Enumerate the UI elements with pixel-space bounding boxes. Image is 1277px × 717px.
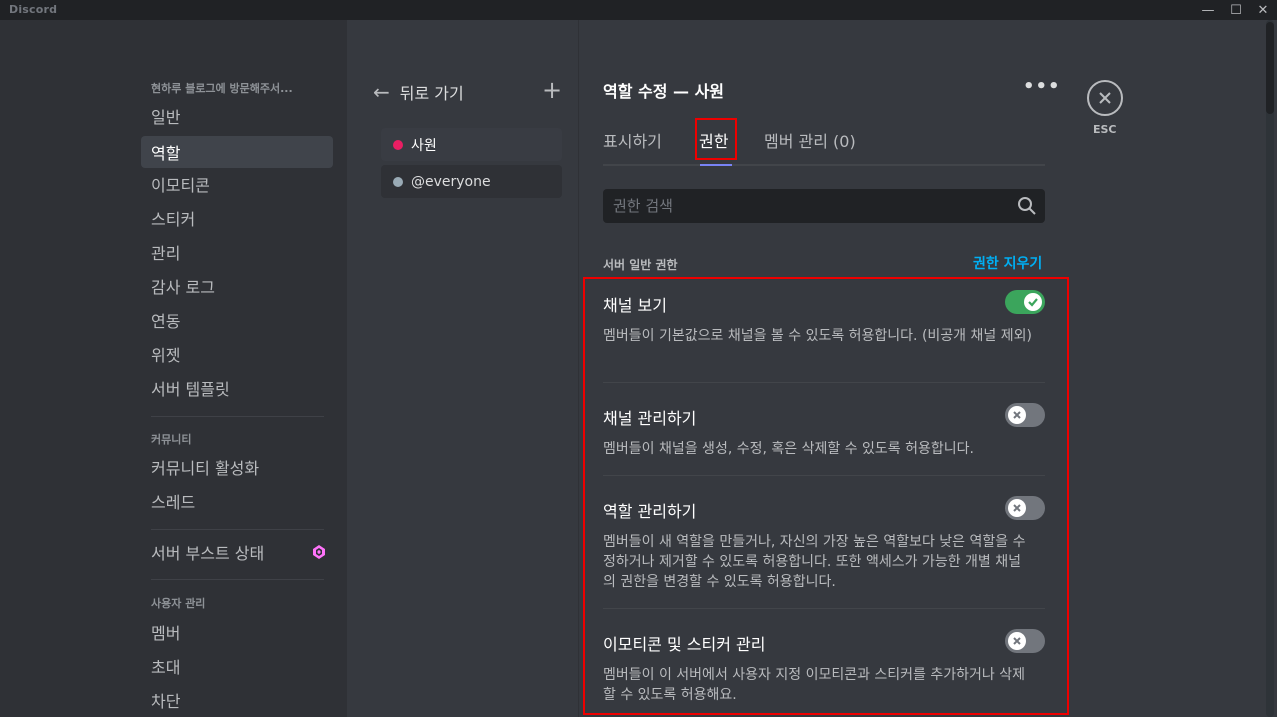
- permission-toggle[interactable]: [1005, 403, 1045, 427]
- permission-title: 역할 관리하기: [603, 502, 697, 521]
- back-label: 뒤로 가기: [399, 84, 464, 103]
- sidebar-item-audit-log[interactable]: 감사 로그: [141, 270, 333, 302]
- permission-description: 멤버들이 새 역할을 만들거나, 자신의 가장 높은 역할보다 낮은 역할을 수…: [603, 534, 1026, 590]
- sidebar-divider: [151, 529, 324, 530]
- x-icon: [1008, 632, 1026, 650]
- permission-item: 채널 보기 멤버들이 기본값으로 채널을 볼 수 있도록 허용합니다. (비공개…: [603, 290, 1045, 383]
- server-boost-label: 서버 부스트 상태: [151, 544, 265, 563]
- permission-search: [603, 189, 1045, 223]
- boost-gem-icon: [313, 545, 325, 559]
- permission-item: 역할 관리하기 멤버들이 새 역할을 만들거나, 자신의 가장 높은 역할보다 …: [603, 496, 1045, 609]
- minimize-button[interactable]: —: [1194, 0, 1222, 20]
- settings-sidebar: 현하루 블로그에 방문해주서... 일반 역할 이모티콘 스티커 관리 감사 로…: [0, 20, 347, 717]
- clear-permissions-link[interactable]: 권한 지우기: [973, 253, 1042, 273]
- permission-description: 멤버들이 기본값으로 채널을 볼 수 있도록 허용합니다. (비공개 채널 제외…: [603, 328, 1032, 344]
- close-icon: [1099, 92, 1111, 104]
- search-input[interactable]: [603, 189, 1045, 223]
- sidebar-item-stickers[interactable]: 스티커: [141, 202, 333, 234]
- sidebar-item-bans[interactable]: 차단: [141, 684, 333, 716]
- active-tab-indicator: [700, 164, 732, 166]
- section-title: 서버 일반 권한: [603, 258, 678, 272]
- server-name-header: 현하루 블로그에 방문해주서...: [151, 82, 293, 95]
- role-color-dot-icon: [393, 176, 403, 187]
- user-management-header: 사용자 관리: [151, 597, 206, 610]
- permission-description: 멤버들이 이 서버에서 사용자 지정 이모티콘과 스티커를 추가하거나 삭제할 …: [603, 667, 1025, 703]
- more-options-icon[interactable]: •••: [1023, 76, 1061, 97]
- app-brand: Discord: [9, 3, 58, 16]
- editor-tabs: 표시하기 권한 멤버 관리 (0): [603, 118, 1045, 166]
- esc-label: ESC: [1093, 123, 1117, 136]
- permission-item: 채널 관리하기 멤버들이 채널을 생성, 수정, 혹은 삭제할 수 있도록 허용…: [603, 403, 1045, 476]
- scrollbar-thumb[interactable]: [1266, 22, 1274, 114]
- sidebar-item-threads[interactable]: 스레드: [141, 485, 333, 517]
- sidebar-item-emoji[interactable]: 이모티콘: [141, 168, 333, 200]
- scrollbar-track[interactable]: [1266, 20, 1274, 717]
- close-window-button[interactable]: ✕: [1249, 0, 1277, 20]
- sidebar-item-roles[interactable]: 역할: [141, 136, 333, 168]
- permission-title: 채널 보기: [603, 296, 667, 315]
- permission-toggle[interactable]: [1005, 496, 1045, 520]
- sidebar-item-widget[interactable]: 위젯: [141, 338, 333, 370]
- role-editor: 역할 수정 — 사원 ••• 표시하기 권한 멤버 관리 (0) 서버 일반 권…: [580, 20, 1277, 717]
- sidebar-item-enable-community[interactable]: 커뮤니티 활성화: [141, 451, 333, 483]
- roles-panel: ← 뒤로 가기 + 사원 @everyone: [347, 20, 579, 717]
- tab-manage-members[interactable]: 멤버 관리 (0): [764, 128, 856, 152]
- sidebar-item-server-boost[interactable]: 서버 부스트 상태: [141, 536, 333, 568]
- permission-divider: [603, 475, 1045, 476]
- add-role-button[interactable]: +: [542, 76, 562, 104]
- role-name: 사원: [411, 137, 437, 154]
- title-bar: Discord — ☐ ✕: [0, 0, 1277, 20]
- sidebar-item-invites[interactable]: 초대: [141, 650, 333, 682]
- permission-divider: [603, 608, 1045, 609]
- page-title: 역할 수정 — 사원: [603, 82, 725, 101]
- tab-display[interactable]: 표시하기: [603, 128, 662, 152]
- permission-title: 채널 관리하기: [603, 409, 697, 428]
- role-item[interactable]: @everyone: [381, 165, 562, 198]
- permission-item: 이모티콘 및 스티커 관리 멤버들이 이 서버에서 사용자 지정 이모티콘과 스…: [603, 629, 1045, 705]
- sidebar-item-integrations[interactable]: 연동: [141, 304, 333, 336]
- sidebar-item-moderation[interactable]: 관리: [141, 236, 333, 268]
- sidebar-divider: [151, 416, 324, 417]
- close-settings-button[interactable]: [1087, 80, 1123, 116]
- maximize-button[interactable]: ☐: [1222, 0, 1250, 20]
- permission-toggle[interactable]: [1005, 290, 1045, 314]
- permission-title: 이모티콘 및 스티커 관리: [603, 635, 766, 654]
- highlight-box: [695, 118, 737, 160]
- role-item[interactable]: 사원: [381, 128, 562, 161]
- permission-divider: [603, 382, 1045, 383]
- sidebar-item-server-template[interactable]: 서버 템플릿: [141, 372, 333, 404]
- x-icon: [1008, 499, 1026, 517]
- x-icon: [1008, 406, 1026, 424]
- back-button[interactable]: ← 뒤로 가기: [373, 80, 464, 104]
- sidebar-item-members[interactable]: 멤버: [141, 616, 333, 648]
- role-name: @everyone: [411, 173, 491, 190]
- check-icon: [1024, 293, 1042, 311]
- permission-toggle[interactable]: [1005, 629, 1045, 653]
- community-header: 커뮤니티: [151, 433, 192, 446]
- sidebar-item-general[interactable]: 일반: [141, 100, 333, 132]
- search-icon: [1018, 197, 1036, 215]
- back-arrow-icon: ←: [373, 80, 390, 104]
- sidebar-divider: [151, 579, 324, 580]
- permission-description: 멤버들이 채널을 생성, 수정, 혹은 삭제할 수 있도록 허용합니다.: [603, 441, 974, 457]
- role-color-dot-icon: [393, 139, 403, 150]
